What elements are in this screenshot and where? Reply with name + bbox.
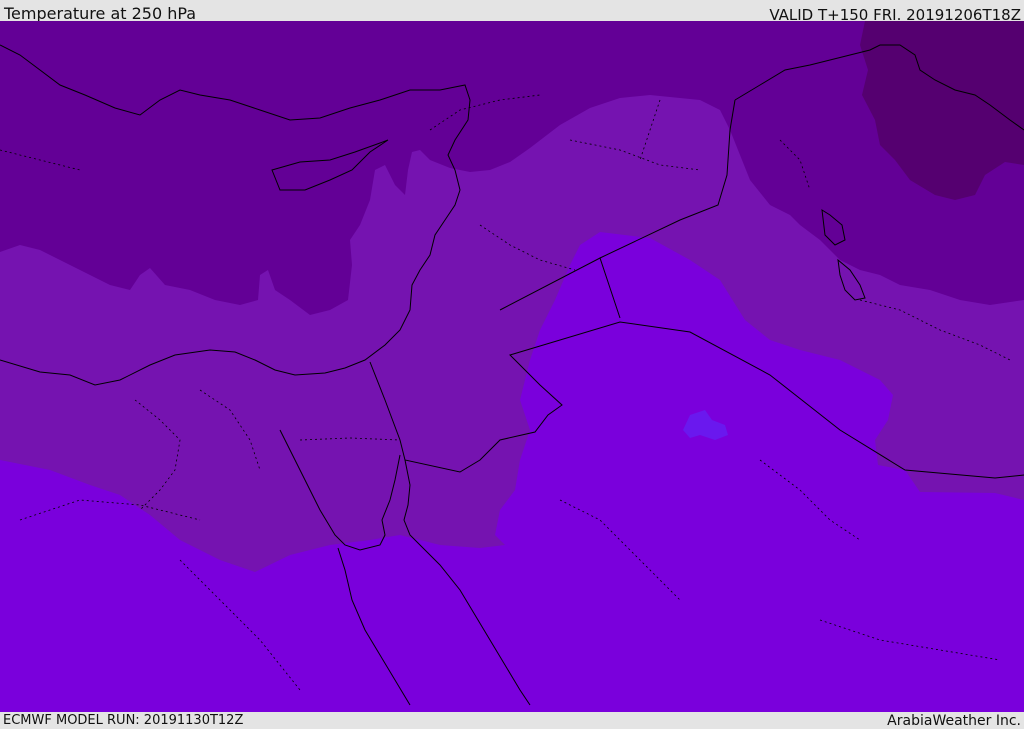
map-viewer: Temperature at 250 hPa VALID T+150 FRI. … bbox=[0, 0, 1024, 729]
footer-bar: ECMWF MODEL RUN: 20191130T12Z ArabiaWeat… bbox=[0, 712, 1024, 729]
temperature-map[interactable] bbox=[0, 21, 1024, 712]
brand-credit: ArabiaWeather Inc. bbox=[887, 713, 1021, 729]
model-run-label: ECMWF MODEL RUN: 20191130T12Z bbox=[3, 713, 244, 728]
header-bar: Temperature at 250 hPa VALID T+150 FRI. … bbox=[0, 0, 1024, 24]
